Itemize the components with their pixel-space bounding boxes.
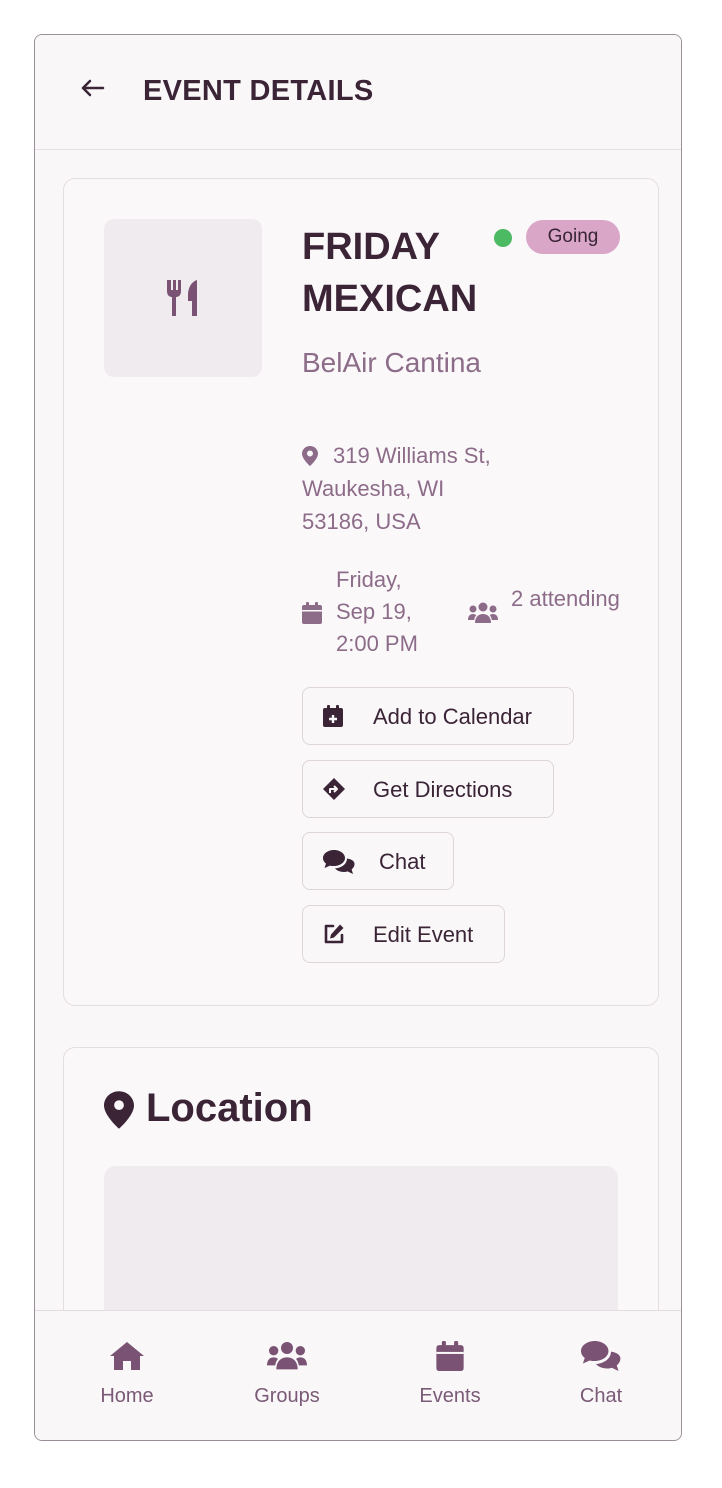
edit-icon: [324, 924, 344, 944]
users-icon: [267, 1342, 307, 1370]
chat-bubbles-icon: [581, 1341, 621, 1371]
event-title: FRIDAY MEXICAN: [302, 226, 478, 320]
calendar-icon: [302, 602, 322, 624]
event-thumbnail: [104, 219, 262, 377]
chat-button[interactable]: Chat: [302, 832, 454, 890]
calendar-icon: [436, 1341, 464, 1371]
get-directions-button[interactable]: Get Directions: [302, 760, 554, 818]
event-address: 319 Williams St, Waukesha, WI 53186, USA: [302, 443, 491, 534]
users-icon: [468, 602, 498, 623]
calendar-plus-icon: [323, 705, 343, 727]
nav-groups[interactable]: Groups: [232, 1341, 342, 1408]
chat-bubbles-icon: [323, 850, 355, 874]
content-scroll[interactable]: FRIDAY MEXICAN Going BelAir Cantina 319 …: [35, 150, 681, 1310]
app-window: EVENT DETAILS FRIDAY MEXICAN Going BelAi…: [34, 34, 682, 1441]
event-datetime: Friday, Sep 19, 2:00 PM: [336, 567, 418, 656]
home-icon: [110, 1342, 144, 1370]
status-dot: [494, 229, 512, 247]
utensils-icon: [167, 280, 197, 316]
attending-count: 2 attending: [511, 586, 620, 611]
add-to-calendar-button[interactable]: Add to Calendar: [302, 687, 574, 745]
arrow-left-icon[interactable]: [79, 79, 105, 97]
nav-chat[interactable]: Chat: [546, 1341, 656, 1408]
nav-events-label: Events: [419, 1385, 481, 1407]
nav-chat-label: Chat: [579, 1385, 623, 1407]
location-card: Location: [63, 1047, 659, 1310]
page-title: EVENT DETAILS: [143, 75, 374, 107]
edit-event-button[interactable]: Edit Event: [302, 905, 505, 963]
chat-label: Chat: [379, 849, 426, 874]
status-badge: Going: [526, 220, 620, 254]
venue-name: BelAir Cantina: [302, 347, 481, 378]
edit-event-label: Edit Event: [373, 922, 474, 947]
location-heading: Location: [146, 1086, 313, 1130]
top-bar: EVENT DETAILS: [35, 35, 681, 150]
event-card: FRIDAY MEXICAN Going BelAir Cantina 319 …: [63, 178, 659, 1006]
bottom-nav: Home Groups Events Chat: [35, 1310, 681, 1440]
nav-groups-label: Groups: [254, 1385, 320, 1407]
nav-events[interactable]: Events: [395, 1341, 505, 1408]
nav-home[interactable]: Home: [72, 1341, 182, 1408]
map-pin-icon: [104, 1091, 134, 1129]
nav-home-label: Home: [100, 1385, 154, 1407]
get-directions-label: Get Directions: [373, 777, 513, 802]
map-view[interactable]: [104, 1166, 618, 1310]
directions-icon: [323, 778, 345, 800]
add-to-calendar-label: Add to Calendar: [373, 704, 532, 729]
